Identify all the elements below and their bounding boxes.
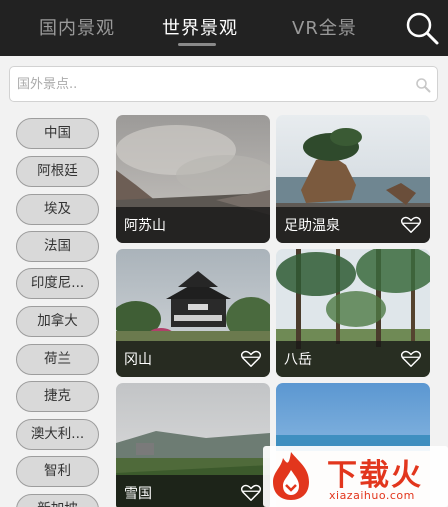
tab-vr-panorama[interactable]: VR全景 (292, 14, 357, 40)
card-caption: 雪国 (116, 475, 270, 507)
watermark-logo: 下载火 xiazaihuo.com (263, 446, 448, 507)
scenery-card[interactable]: 雪国 (116, 383, 270, 507)
scenery-card[interactable]: 阿苏山 (116, 115, 270, 243)
country-item[interactable]: 阿根廷 (16, 156, 99, 187)
fire-logo-icon (273, 452, 309, 500)
card-title: 八岳 (284, 352, 312, 368)
country-item[interactable]: 荷兰 (16, 344, 99, 375)
favorite-heart-icon[interactable] (400, 216, 422, 234)
country-item[interactable]: 新加坡 (16, 494, 99, 507)
card-caption: 足助温泉 (276, 207, 430, 243)
card-title: 阿苏山 (124, 218, 166, 234)
favorite-heart-icon[interactable] (240, 484, 262, 502)
country-item[interactable]: 捷克 (16, 381, 99, 412)
country-item[interactable]: 澳大利... (16, 419, 99, 450)
favorite-heart-icon[interactable] (400, 350, 422, 368)
top-navigation-bar: 国内景观 世界景观 VR全景 (0, 0, 448, 56)
search-icon[interactable] (415, 77, 431, 93)
active-tab-indicator (178, 43, 216, 46)
country-item[interactable]: 法国 (16, 231, 99, 262)
search-icon[interactable] (402, 8, 442, 48)
card-title: 雪国 (124, 486, 152, 502)
country-sidebar: 中国 阿根廷 埃及 法国 印度尼... 加拿大 荷兰 捷克 澳大利... 智利 … (0, 110, 114, 507)
country-item[interactable]: 印度尼... (16, 268, 99, 299)
country-item[interactable]: 中国 (16, 118, 99, 149)
scenery-card[interactable]: 八岳 (276, 249, 430, 377)
search-bar (9, 66, 438, 102)
scenery-card[interactable]: 足助温泉 (276, 115, 430, 243)
tab-world-scenery[interactable]: 世界景观 (162, 14, 238, 40)
country-item[interactable]: 加拿大 (16, 306, 99, 337)
country-item[interactable]: 埃及 (16, 194, 99, 225)
card-caption: 冈山 (116, 341, 270, 377)
tab-domestic-scenery[interactable]: 国内景观 (39, 14, 115, 40)
card-caption: 阿苏山 (116, 207, 270, 243)
scenery-card[interactable]: 冈山 (116, 249, 270, 377)
country-item[interactable]: 智利 (16, 456, 99, 487)
card-title: 足助温泉 (284, 218, 340, 234)
search-input[interactable] (17, 67, 407, 101)
card-caption: 八岳 (276, 341, 430, 377)
favorite-heart-icon[interactable] (240, 350, 262, 368)
watermark-title: 下载火 (327, 458, 423, 493)
watermark-url: xiazaihuo.com (329, 489, 415, 502)
card-title: 冈山 (124, 352, 152, 368)
